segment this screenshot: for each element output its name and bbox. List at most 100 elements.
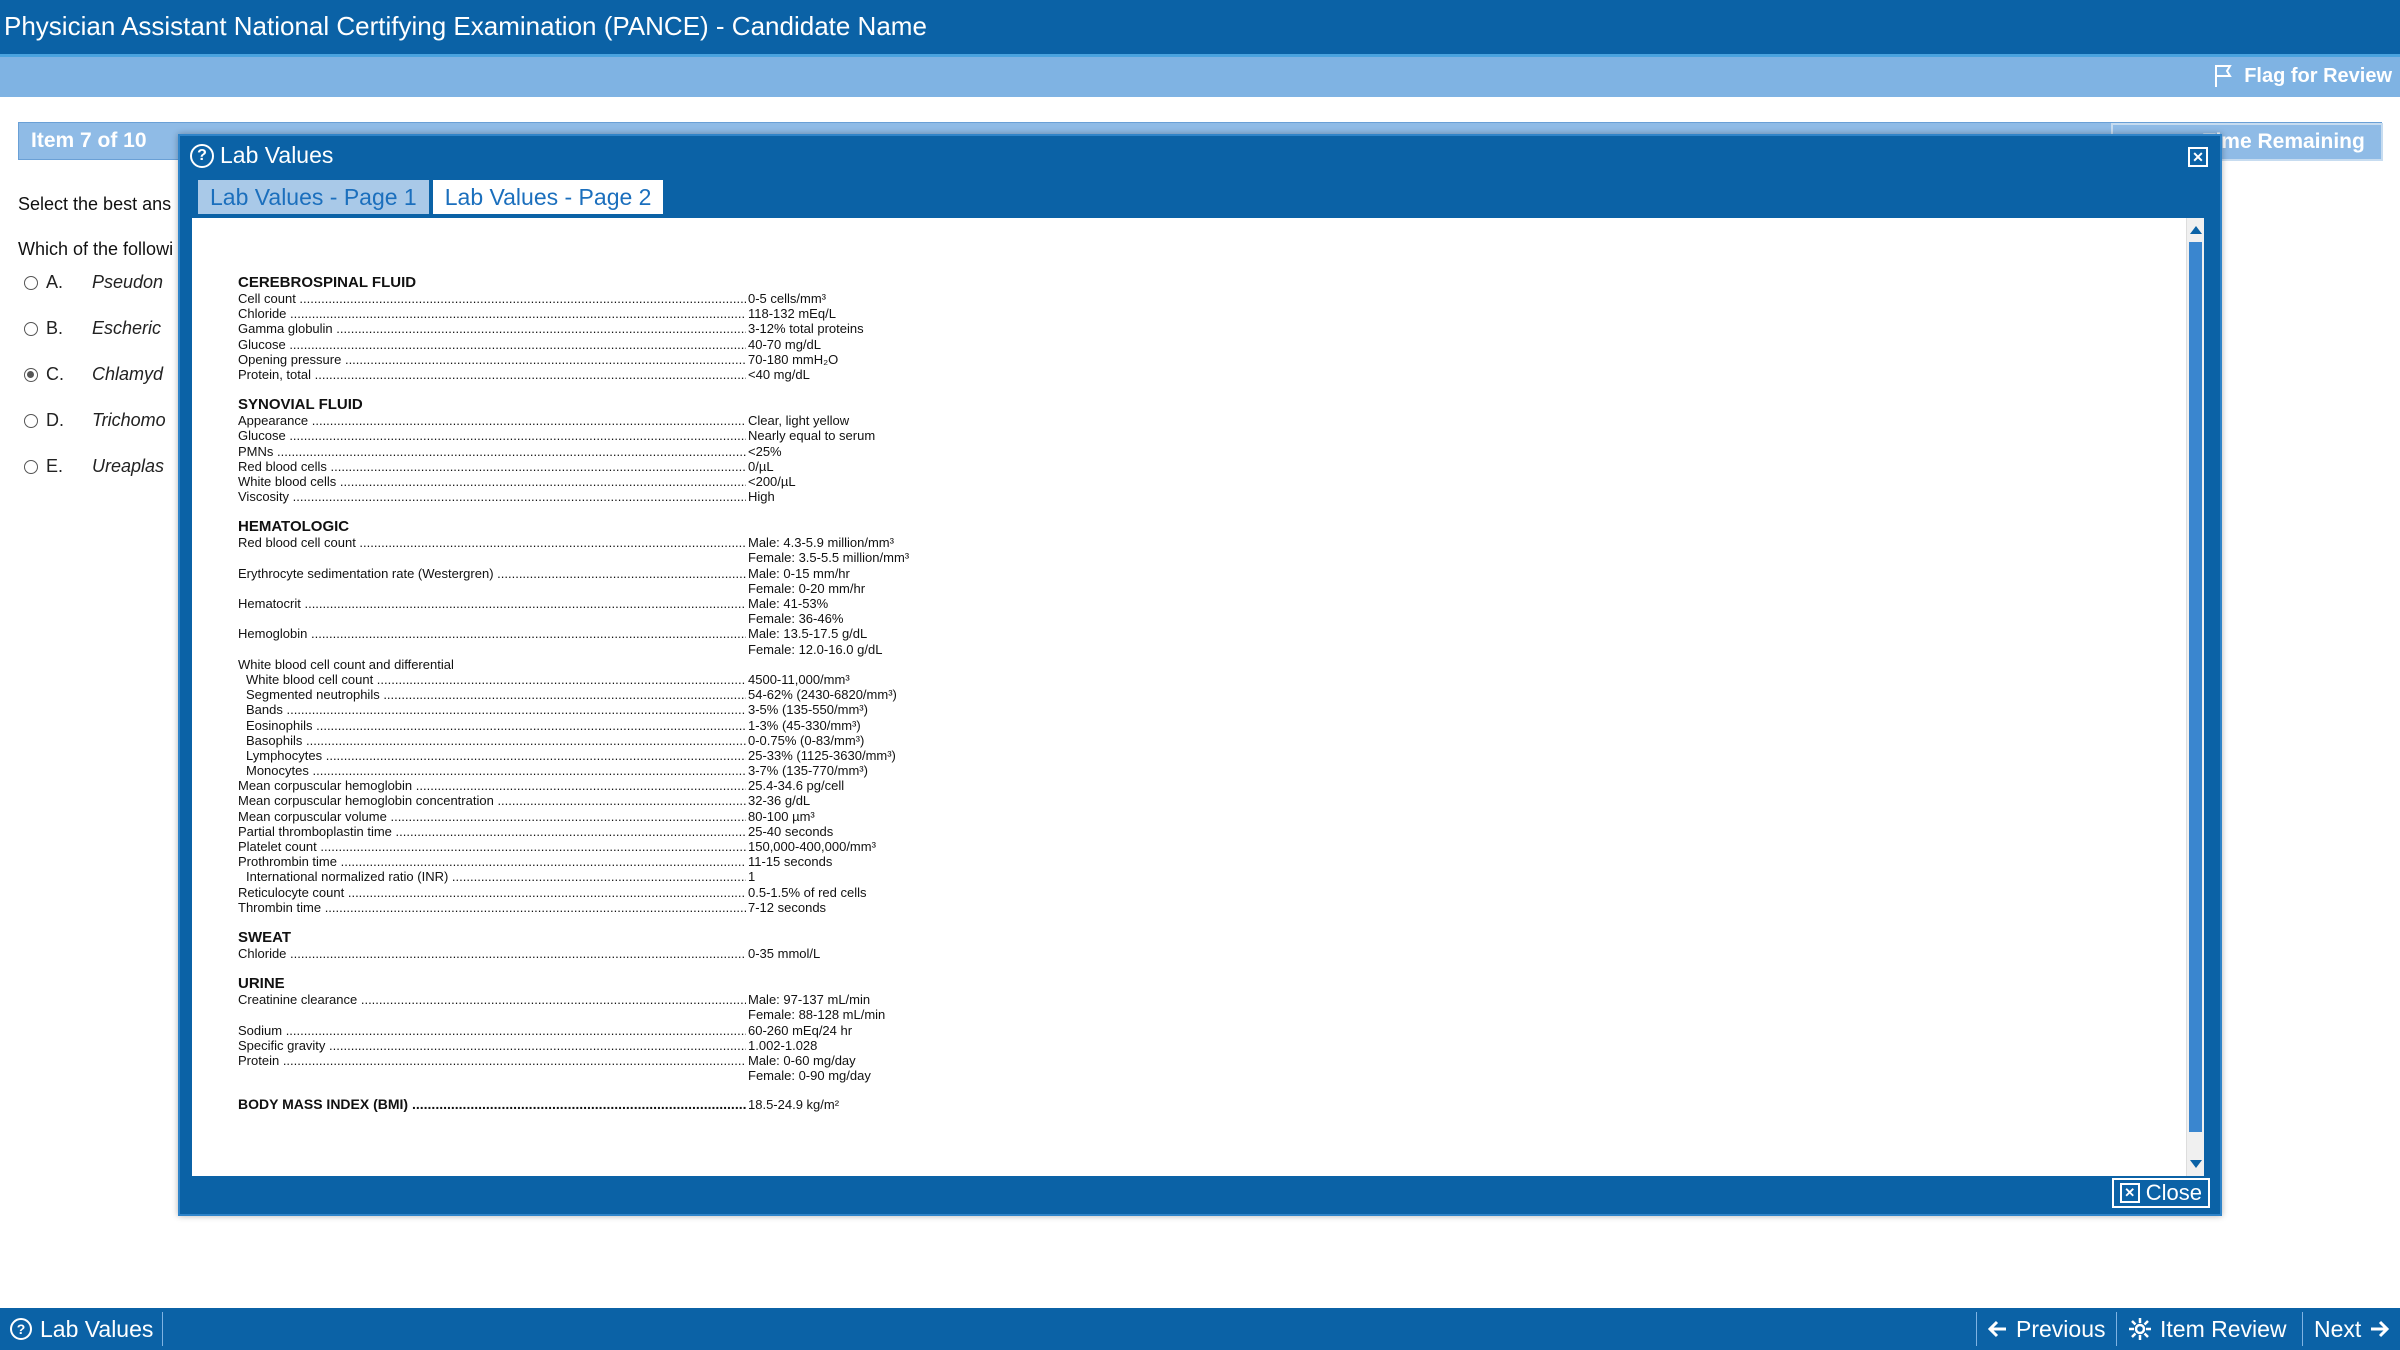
lab-row: Cell count0-5 cells/mm³: [238, 291, 938, 306]
lab-row: Segmented neutrophils54-62% (2430-6820/m…: [238, 687, 938, 702]
help-icon: ?: [190, 143, 214, 168]
option-letter: C.: [46, 364, 64, 384]
lab-name: Platelet count: [238, 839, 746, 854]
lab-values-button[interactable]: ? Lab Values: [0, 1308, 163, 1350]
lab-row: Chloride118-132 mEq/L: [238, 306, 938, 321]
answer-option[interactable]: E. Ureaplas: [24, 456, 164, 477]
lab-name: [238, 1068, 746, 1083]
lab-row: Specific gravity1.002-1.028: [238, 1038, 938, 1053]
lab-value: 60-260 mEq/24 hr: [748, 1022, 853, 1038]
lab-row: Lymphocytes25-33% (1125-3630/mm³): [238, 748, 938, 763]
close-icon: ✕: [2119, 1183, 2140, 1203]
next-label: Next: [2314, 1316, 2362, 1342]
scroll-down-icon[interactable]: [2190, 1160, 2202, 1168]
lab-row: Opening pressure70-180 mmH₂O: [238, 352, 938, 367]
lab-name: Creatinine clearance: [238, 992, 746, 1007]
dialog-title: Lab Values: [220, 142, 334, 168]
lab-value: Female: 0-20 mm/hr: [748, 580, 866, 596]
lab-row: Red blood cells0/µL: [238, 459, 938, 474]
dialog-close-button[interactable]: ✕ Close: [2111, 1178, 2210, 1208]
lab-values-label: Lab Values: [40, 1316, 154, 1342]
dialog-close-label: Close: [2145, 1180, 2202, 1205]
lab-row: White blood cells<200/µL: [238, 474, 938, 489]
dialog-title-bar: ? Lab Values: [190, 142, 333, 169]
radio-button[interactable]: [24, 275, 38, 290]
lab-value: Male: 4.3-5.9 million/mm³: [748, 535, 894, 551]
radio-button[interactable]: [24, 321, 38, 336]
lab-row: Erythrocyte sedimentation rate (Westergr…: [238, 566, 938, 581]
item-review-button[interactable]: Item Review: [2118, 1308, 2297, 1350]
lab-row: Female: 3.5-5.5 million/mm³: [238, 550, 938, 565]
lab-value: Clear, light yellow: [748, 413, 850, 429]
previous-button[interactable]: Previous: [1978, 1308, 2115, 1350]
lab-row: Prothrombin time11-15 seconds: [238, 854, 938, 869]
lab-row: ProteinMale: 0-60 mg/day: [238, 1053, 938, 1068]
lab-name: Protein: [238, 1053, 746, 1068]
lab-row: ViscosityHigh: [238, 489, 938, 504]
lab-value: Male: 41-53%: [748, 596, 829, 611]
lab-values-content: CEREBROSPINAL FLUIDCell count0-5 cells/m…: [192, 218, 2204, 1176]
lab-name: Viscosity: [238, 489, 746, 504]
option-letter: B.: [46, 318, 64, 338]
answer-option[interactable]: C. Chlamyd: [24, 364, 163, 385]
option-text: Escheric: [92, 318, 162, 338]
lab-name: Red blood cells: [238, 459, 746, 474]
lab-row: PMNs<25%: [238, 444, 938, 459]
divider: [2116, 1312, 2117, 1346]
lab-value: 32-36 g/dL: [748, 793, 811, 809]
lab-name: Opening pressure: [238, 352, 746, 367]
tab-lab-values-page-2[interactable]: Lab Values - Page 2: [432, 180, 664, 214]
answer-option[interactable]: D. Trichomo: [24, 410, 166, 431]
lab-name: [238, 581, 746, 596]
lab-value: 70-180 mmH₂O: [748, 351, 839, 367]
gear-icon: [2128, 1317, 2152, 1341]
lab-value: <25%: [748, 443, 782, 459]
lab-name: Chloride: [238, 946, 746, 961]
dialog-close-icon[interactable]: ✕: [2188, 147, 2208, 167]
lab-value: <200/µL: [748, 473, 796, 489]
lab-row: AppearanceClear, light yellow: [238, 413, 938, 428]
scroll-thumb[interactable]: [2189, 242, 2202, 1132]
scroll-up-icon[interactable]: [2190, 226, 2202, 234]
lab-row: Female: 0-90 mg/day: [238, 1068, 938, 1083]
question-area: Select the best ans Which of the followi: [18, 182, 173, 272]
lab-value: 11-15 seconds: [748, 854, 833, 870]
lab-row: Protein, total<40 mg/dL: [238, 367, 938, 382]
item-counter: Item 7 of 10: [31, 129, 147, 152]
flag-for-review-button[interactable]: Flag for Review: [2212, 63, 2392, 89]
radio-button[interactable]: [24, 367, 38, 382]
lab-value: 118-132 mEq/L: [748, 306, 836, 322]
tab-lab-values-page-1[interactable]: Lab Values - Page 1: [198, 180, 429, 214]
answer-option[interactable]: A. Pseudon: [24, 272, 163, 293]
lab-value: 1-3% (45-330/mm³): [748, 717, 861, 733]
lab-row: Creatinine clearanceMale: 97-137 mL/min: [238, 992, 938, 1007]
lab-name: Gamma globulin: [238, 321, 746, 336]
lab-value: 4500-11,000/mm³: [748, 671, 850, 687]
lab-row: Female: 36-46%: [238, 611, 938, 626]
lab-value: 18.5-24.9 kg/m²: [748, 1097, 840, 1113]
answer-option[interactable]: B. Escheric: [24, 318, 161, 339]
radio-button[interactable]: [24, 413, 38, 428]
lab-row: Chloride0-35 mmol/L: [238, 946, 938, 961]
lab-row: Female: 0-20 mm/hr: [238, 581, 938, 596]
option-text: Pseudon: [92, 272, 164, 292]
content-scrollbar[interactable]: [2186, 218, 2204, 1176]
divider: [2302, 1312, 2303, 1346]
lab-row: GlucoseNearly equal to serum: [238, 428, 938, 443]
section-heading: CEREBROSPINAL FLUID: [238, 274, 417, 291]
lab-value: Male: 97-137 mL/min: [748, 992, 871, 1008]
lab-value: Female: 12.0-16.0 g/dL: [748, 641, 883, 657]
lab-value: Male: 0-60 mg/day: [748, 1052, 856, 1068]
radio-button[interactable]: [24, 459, 38, 474]
lab-value: 25-40 seconds: [748, 823, 834, 839]
lab-name: Monocytes: [238, 763, 746, 778]
lab-name: Mean corpuscular hemoglobin: [238, 778, 746, 793]
lab-row-bmi: BODY MASS INDEX (BMI)18.5-24.9 kg/m²: [238, 1097, 938, 1112]
toolbar: Flag for Review: [0, 57, 2400, 97]
lab-name: Cell count: [238, 291, 746, 306]
next-button[interactable]: Next: [2304, 1308, 2399, 1350]
previous-label: Previous: [2016, 1316, 2106, 1342]
option-letter: D.: [46, 410, 64, 430]
lab-row: HemoglobinMale: 13.5-17.5 g/dL: [238, 626, 938, 641]
lab-row: Mean corpuscular hemoglobin concentratio…: [238, 793, 938, 808]
